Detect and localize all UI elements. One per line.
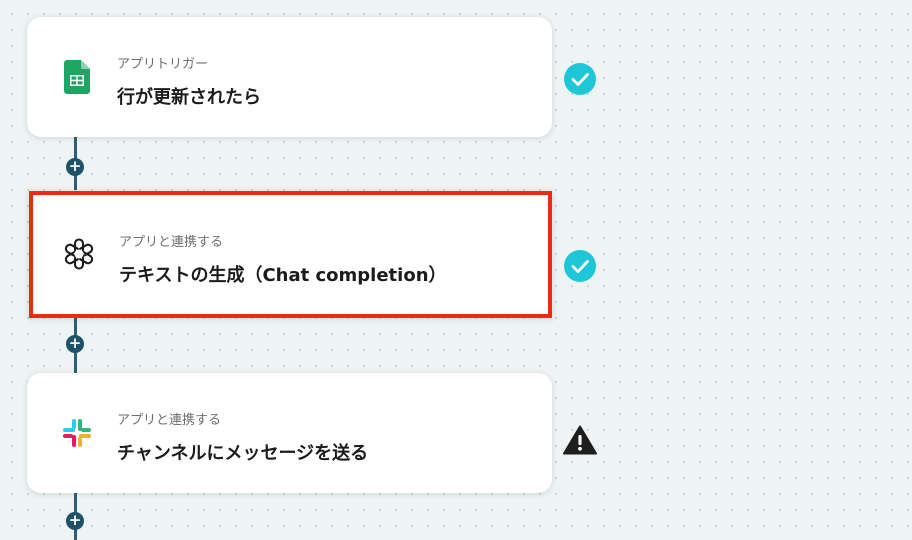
add-step-button[interactable]: + bbox=[66, 512, 84, 530]
step-title: チャンネルにメッセージを送る bbox=[117, 443, 369, 464]
step-subtitle: アプリと連携する bbox=[119, 235, 224, 250]
add-step-button[interactable]: + bbox=[66, 158, 84, 176]
flow-step-card-chat-completion[interactable]: アプリと連携する テキストの生成（Chat completion） bbox=[29, 191, 552, 318]
flow-step-card-trigger[interactable]: アプリトリガー 行が更新されたら bbox=[27, 17, 552, 137]
openai-icon bbox=[59, 234, 99, 274]
slack-icon bbox=[57, 413, 97, 453]
check-circle-icon bbox=[563, 62, 597, 96]
add-step-button[interactable]: + bbox=[66, 335, 84, 353]
step-subtitle: アプリトリガー bbox=[117, 57, 209, 72]
check-circle-icon bbox=[563, 249, 597, 283]
step-title: テキストの生成（Chat completion） bbox=[119, 265, 447, 286]
warning-icon bbox=[563, 423, 597, 457]
step-title: 行が更新されたら bbox=[117, 87, 261, 108]
google-sheets-icon bbox=[57, 57, 97, 97]
flow-step-card-slack[interactable]: アプリと連携する チャンネルにメッセージを送る bbox=[27, 373, 552, 493]
step-subtitle: アプリと連携する bbox=[117, 413, 222, 428]
